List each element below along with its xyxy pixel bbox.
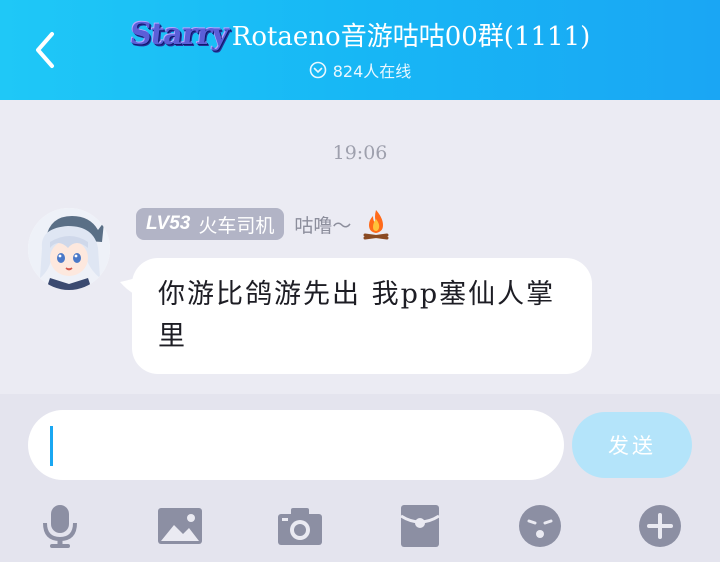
red-packet-button[interactable] (392, 498, 448, 554)
voice-button[interactable] (32, 498, 88, 554)
avatar[interactable] (28, 208, 110, 290)
input-bar: 发送 (0, 394, 720, 562)
camera-icon (278, 508, 322, 545)
online-count: 824人在线 (332, 62, 412, 81)
more-button[interactable] (632, 498, 688, 554)
title-label: 火车司机 (198, 214, 275, 237)
online-status[interactable]: 824人在线 (0, 58, 720, 82)
send-button[interactable]: 发送 (572, 412, 692, 478)
plus-icon (639, 505, 681, 547)
message-timestamp: 19:06 (332, 142, 388, 164)
starry-badge: Starry (127, 16, 230, 52)
emoji-icon (519, 505, 561, 547)
group-title-row[interactable]: Starry Rotaeno音游咕咕00群(1111) (0, 14, 720, 54)
text-caret (50, 426, 53, 466)
sender-name[interactable]: 咕噜～ (294, 211, 351, 238)
level-label: LV53 (146, 213, 191, 234)
camera-button[interactable] (272, 498, 328, 554)
red-packet-icon (400, 505, 440, 547)
emoji-button[interactable] (512, 498, 568, 554)
microphone-icon (43, 505, 77, 548)
group-title: Rotaeno音游咕咕00群(1111) (231, 21, 591, 52)
message-input[interactable] (28, 410, 564, 480)
input-toolbar (0, 498, 720, 554)
level-title-badge[interactable]: LV53 火车司机 (136, 208, 285, 240)
chat-header: Starry Rotaeno音游咕咕00群(1111) 824人在线 (0, 0, 720, 100)
campfire-icon (363, 210, 389, 240)
message-bubble[interactable]: 你游比鸽游先出 我pp塞仙人掌里 (132, 258, 592, 374)
image-icon (158, 508, 202, 544)
image-button[interactable] (152, 498, 208, 554)
sender-meta: LV53 火车司机 咕噜～ (136, 208, 391, 240)
anime-girl-avatar-icon (28, 208, 110, 290)
chevron-down-circle-icon (309, 61, 327, 79)
